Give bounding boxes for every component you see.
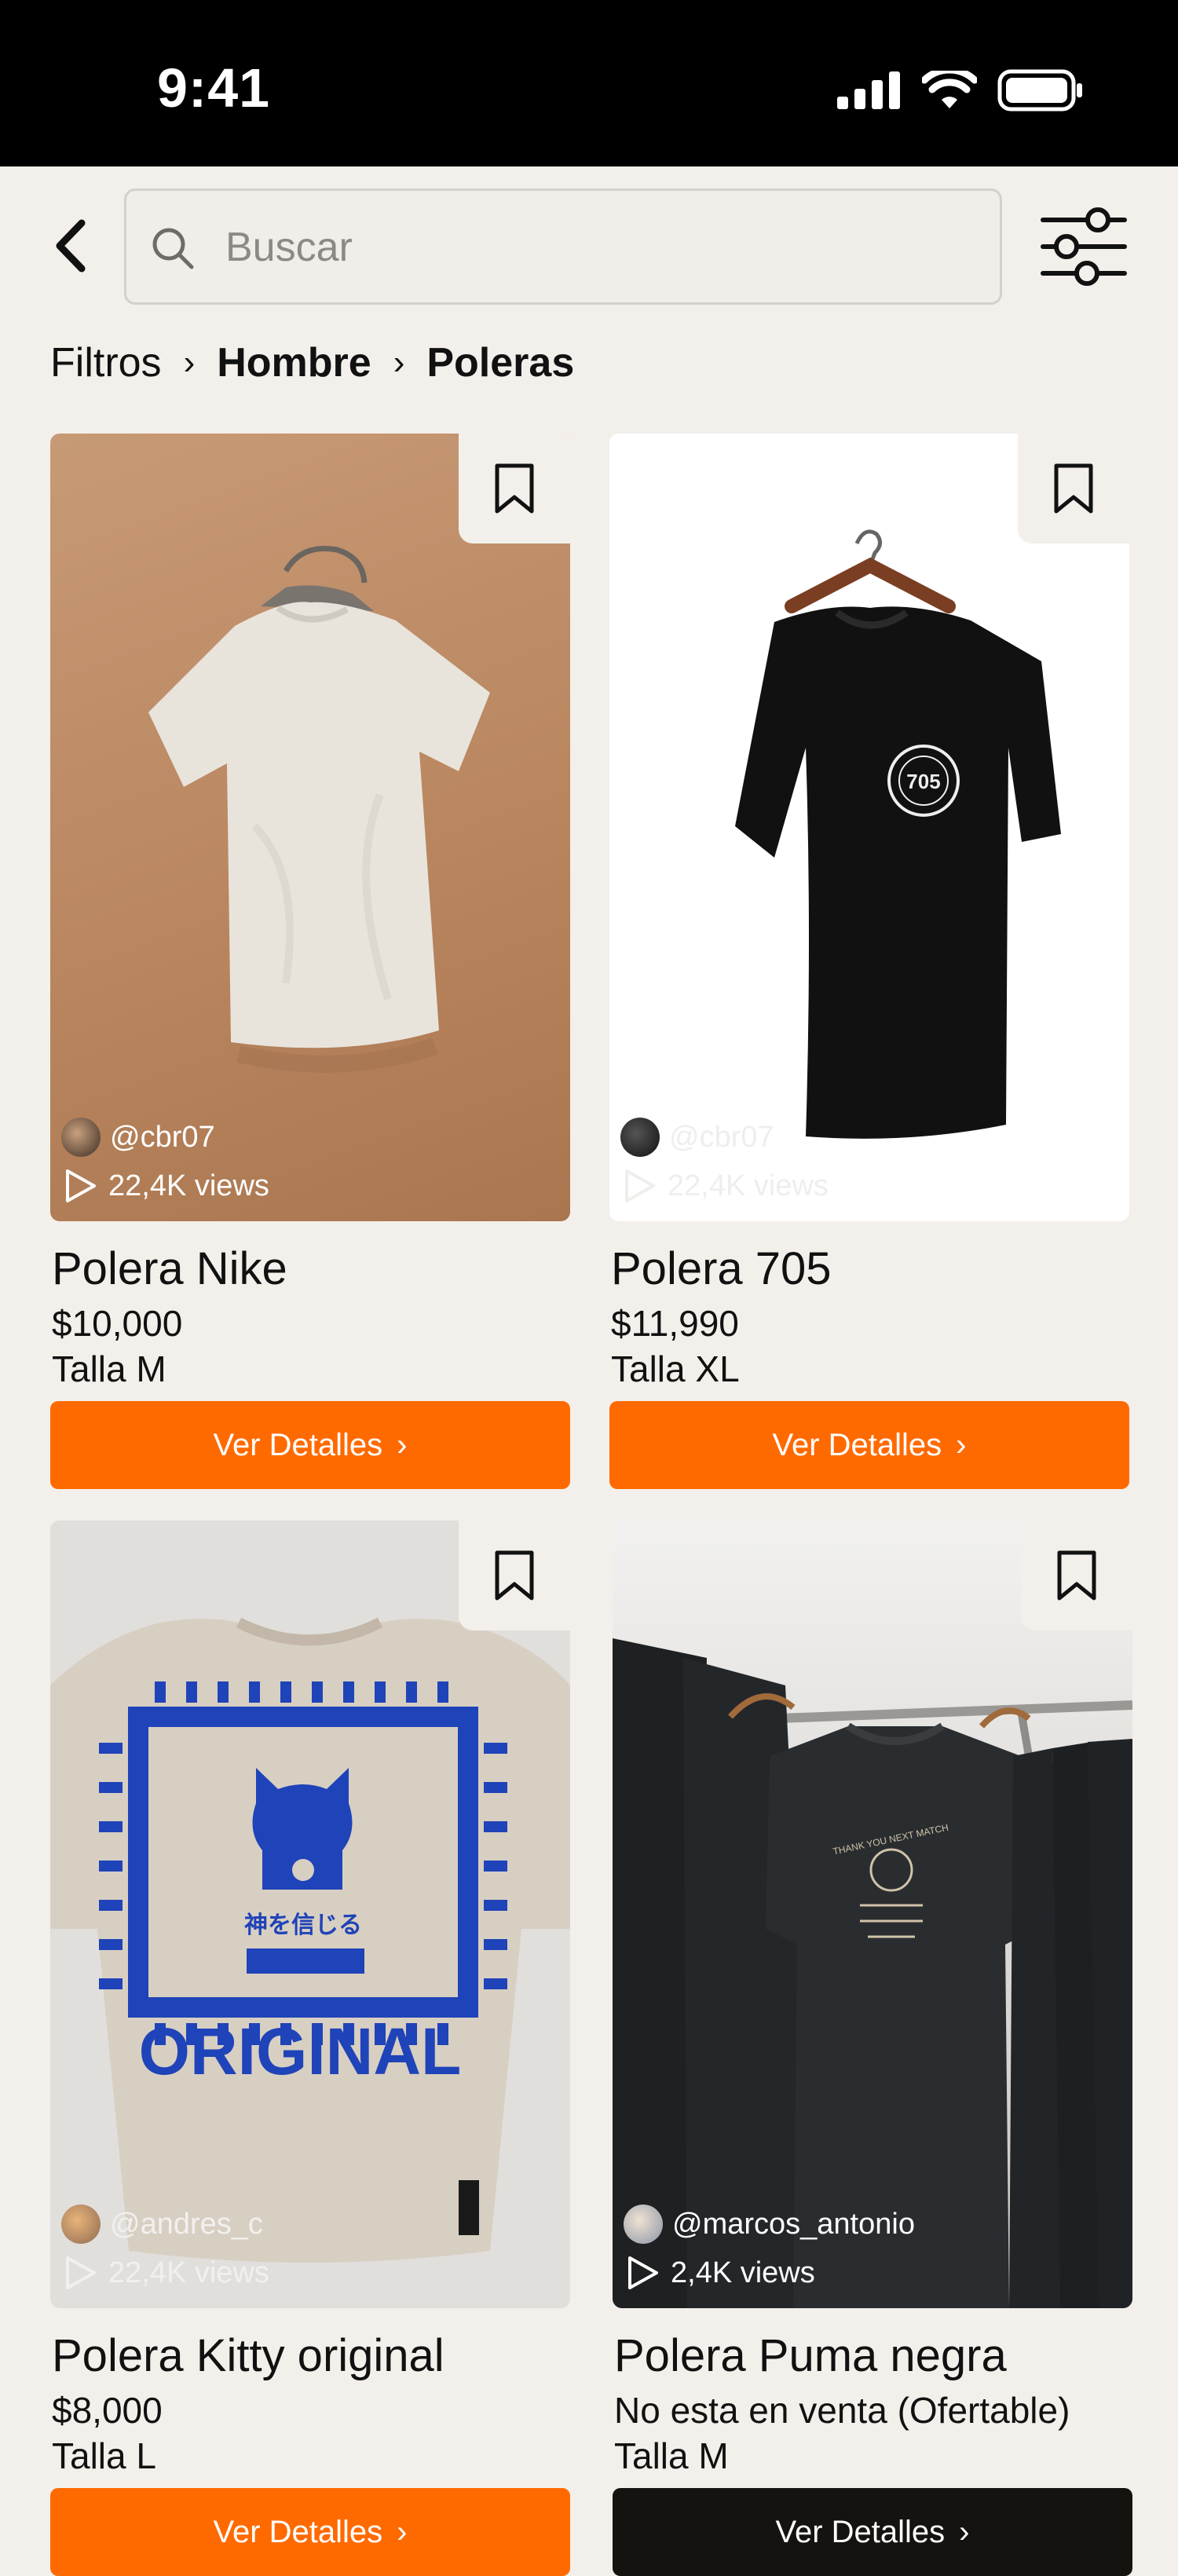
product-size: Talla L [52,2435,156,2476]
username[interactable]: @andres_c [110,2208,263,2241]
views-count: 22,4K views [108,1169,269,1202]
breadcrumb: Filtros › Hombre › Poleras [50,339,574,386]
views-row: 22,4K views [61,1162,269,1210]
username[interactable]: @cbr07 [110,1121,215,1154]
product-photo-black-shirts-rack: THANK YOU NEXT MATCH [613,1638,1132,2308]
user-row: @cbr07 [620,1113,829,1162]
views-row: 22,4K views [61,2249,269,2297]
views-count: 22,4K views [108,2256,269,2289]
user-row: @cbr07 [61,1113,269,1162]
bookmark-icon [1057,1550,1096,1601]
bookmark-icon [495,1550,534,1601]
product-price: $10,000 [52,1303,183,1344]
avatar[interactable] [61,1118,101,1157]
filter-sliders-icon [1041,207,1127,286]
view-details-label: Ver Detalles [213,1427,383,1462]
chevron-right-icon: › [956,1427,967,1462]
product-title[interactable]: Polera Puma negra [614,2329,1007,2382]
view-details-button[interactable]: Ver Detalles › [613,2488,1132,2576]
wifi-icon [922,71,977,108]
views-count: 2,4K views [671,2256,815,2289]
product-image[interactable]: 705 @cbr07 22,4K views [609,434,1129,1221]
product-title[interactable]: Polera Nike [52,1242,287,1295]
avatar[interactable] [620,1118,660,1157]
user-row: @andres_c [61,2200,269,2249]
avatar[interactable] [61,2205,101,2244]
product-title[interactable]: Polera 705 [611,1242,832,1295]
card-meta: @marcos_antonio 2,4K views [624,2200,915,2297]
avatar[interactable] [624,2205,663,2244]
play-icon [66,1169,96,1202]
product-size: Talla M [614,2435,729,2476]
bookmark-button[interactable] [459,434,570,543]
card-meta: @cbr07 22,4K views [61,1113,269,1210]
view-details-label: Ver Detalles [213,2514,383,2549]
chevron-right-icon: › [397,1427,408,1462]
product-image[interactable]: THANK YOU NEXT MATCH @marcos_antonio 2,4… [613,1520,1132,2308]
product-size: Talla XL [611,1348,740,1389]
product-photo-black-tshirt: 705 [735,529,1061,1139]
status-icons [837,69,1084,112]
status-bar: 9:41 [0,0,1178,166]
bookmark-button[interactable] [1021,1520,1132,1630]
views-row: 22,4K views [620,1162,829,1210]
view-details-label: Ver Detalles [772,1427,942,1462]
logo-705-text: 705 [906,770,940,793]
views-count: 22,4K views [668,1169,829,1202]
breadcrumb-item-filtros[interactable]: Filtros [50,339,162,386]
product-photo-kitty-tshirt: 神を信じる ORIGINAL [50,1617,570,2263]
bookmark-button[interactable] [1018,434,1129,543]
product-image[interactable]: @cbr07 22,4K views [50,434,570,1221]
view-details-button[interactable]: Ver Detalles › [50,2488,570,2576]
username[interactable]: @cbr07 [669,1121,774,1154]
product-card[interactable]: @cbr07 22,4K views Polera Nike $10,000 T… [50,434,570,1489]
back-button[interactable] [47,218,94,273]
card-meta: @cbr07 22,4K views [620,1113,829,1210]
product-price: $8,000 [52,2390,163,2431]
battery-icon [997,69,1082,112]
bookmark-button[interactable] [459,1520,570,1630]
chevron-right-icon: › [397,2514,408,2549]
product-card[interactable]: THANK YOU NEXT MATCH @marcos_antonio 2,4… [613,1520,1132,2576]
product-card[interactable]: 神を信じる ORIGINAL @andres_c 22,4K views Pol… [50,1520,570,2576]
product-price: $11,990 [611,1303,739,1344]
view-details-button[interactable]: Ver Detalles › [50,1401,570,1489]
user-row: @marcos_antonio [624,2200,915,2249]
product-price: No esta en venta (Ofertable) [614,2390,1070,2431]
play-icon [625,1169,655,1202]
play-icon [66,2256,96,2289]
product-image[interactable]: 神を信じる ORIGINAL @andres_c 22,4K views [50,1520,570,2308]
breadcrumb-item-hombre[interactable]: Hombre [217,339,371,386]
search-icon [152,228,194,269]
card-meta: @andres_c 22,4K views [61,2200,269,2297]
product-photo-white-tshirt [148,546,490,1073]
product-size: Talla M [52,1348,166,1389]
chevron-right-icon: › [959,2514,970,2549]
play-icon [628,2256,658,2289]
filter-button[interactable] [1037,203,1131,291]
bookmark-icon [495,463,534,514]
views-row: 2,4K views [624,2249,915,2297]
username[interactable]: @marcos_antonio [672,2208,915,2241]
signal-icon [837,71,900,109]
breadcrumb-separator: › [183,343,196,382]
product-card[interactable]: 705 @cbr07 22,4K views Polera 705 $11,99… [609,434,1129,1489]
breadcrumb-item-poleras[interactable]: Poleras [426,339,574,386]
search-box[interactable] [124,188,1002,305]
view-details-label: Ver Detalles [775,2514,946,2549]
status-time: 9:41 [157,57,271,119]
product-title[interactable]: Polera Kitty original [52,2329,444,2382]
kitty-japanese-text: 神を信じる [244,1912,362,1939]
view-details-button[interactable]: Ver Detalles › [609,1401,1129,1489]
bookmark-icon [1054,463,1093,514]
back-icon [56,219,86,273]
breadcrumb-separator: › [393,343,405,382]
search-input[interactable] [224,213,962,282]
kitty-print-text: ORIGINAL [139,2014,462,2088]
